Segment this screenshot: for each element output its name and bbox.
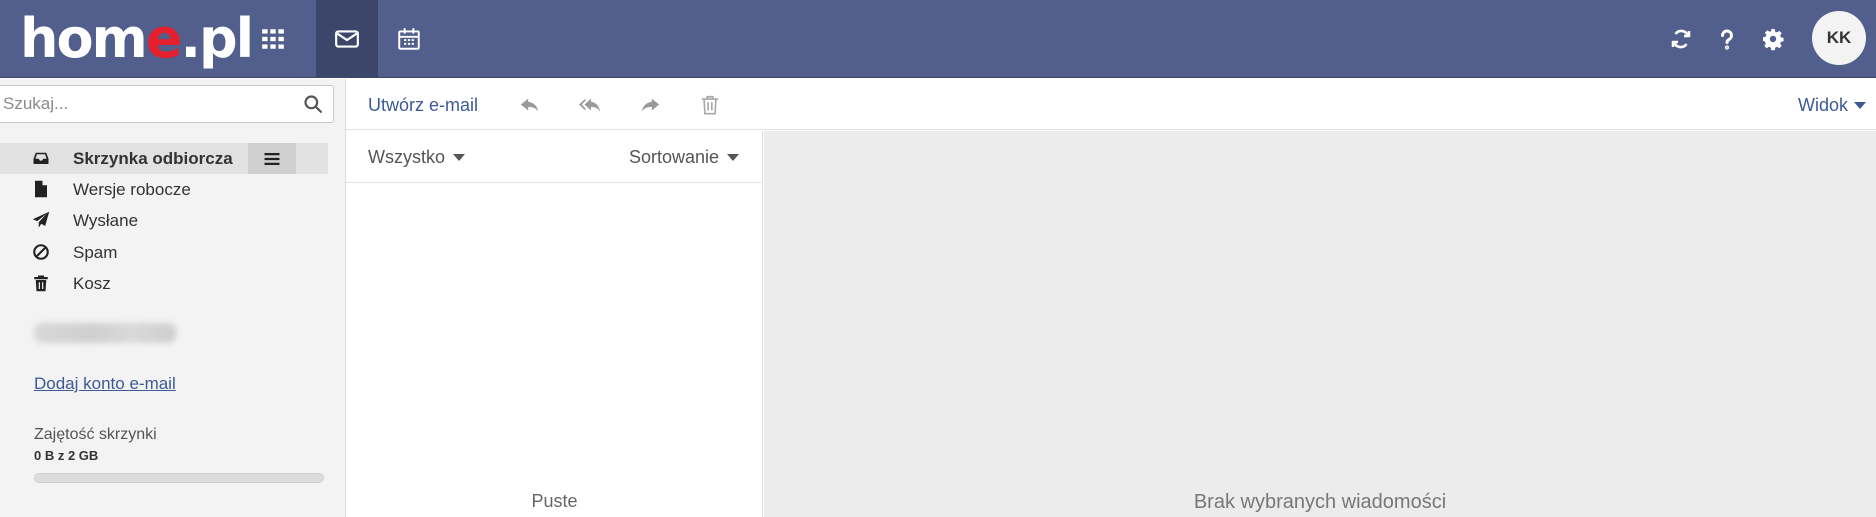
message-preview: Brak wybranych wiadomości (764, 131, 1876, 517)
view-dropdown[interactable]: Widok (1798, 95, 1866, 116)
folder-drafts[interactable]: Wersje robocze (0, 174, 346, 205)
inbox-icon (33, 152, 49, 164)
search-box (0, 85, 334, 123)
view-label: Widok (1797, 95, 1848, 115)
folder-menu-button[interactable] (248, 143, 296, 174)
ban-icon (33, 244, 49, 260)
mail-button[interactable] (316, 0, 378, 78)
calendar-button[interactable] (378, 0, 440, 78)
logo-accent: e (145, 6, 183, 70)
forward-icon (641, 98, 660, 112)
reply-icon (520, 98, 539, 112)
sidebar: Skrzynka odbiorcza Wersje robocze Wysłan… (0, 79, 346, 517)
quota-value: 0 B z 2 GB (34, 448, 99, 463)
filter-label: Wszystko (368, 147, 446, 167)
no-message-selected: Brak wybranych wiadomości (1193, 491, 1447, 513)
apps-icon (262, 29, 284, 49)
paper-plane-icon (32, 211, 50, 228)
caret-down-icon (1854, 102, 1866, 109)
folder-trash[interactable]: Kosz (0, 268, 346, 299)
message-list: Wszystko Sortowanie Puste (346, 131, 763, 517)
mail-toolbar: Utwórz e-mail Widok (346, 79, 1876, 130)
calendar-icon (398, 28, 420, 50)
folder-inbox[interactable]: Skrzynka odbiorcza (0, 143, 328, 174)
settings-button[interactable] (1756, 22, 1790, 56)
compose-button[interactable]: Utwórz e-mail (368, 95, 478, 116)
help-icon (1720, 29, 1733, 50)
sort-label: Sortowanie (628, 147, 719, 167)
folder-label: Wysłane (73, 211, 139, 230)
caret-down-icon (727, 154, 739, 161)
reply-all-icon (579, 98, 601, 112)
folder-label: Skrzynka odbiorcza (73, 149, 233, 168)
reply-button[interactable] (518, 93, 542, 117)
forward-button[interactable] (638, 93, 662, 117)
folder-label: Kosz (73, 274, 111, 293)
sort-dropdown[interactable]: Sortowanie (629, 147, 739, 168)
folder-label: Wersje robocze (73, 180, 191, 199)
apps-button[interactable] (242, 0, 304, 78)
delete-icon (701, 95, 719, 115)
delete-button[interactable] (698, 93, 722, 117)
hamburger-icon (264, 152, 280, 165)
empty-list-message: Puste (531, 491, 578, 511)
account-address-blurred (34, 323, 176, 343)
help-button[interactable] (1710, 22, 1744, 56)
caret-down-icon (453, 154, 466, 161)
settings-icon (1763, 29, 1784, 51)
file-icon (35, 180, 47, 198)
reply-all-button[interactable] (578, 93, 602, 117)
refresh-icon (1671, 29, 1691, 49)
message-list-header: Wszystko Sortowanie (346, 131, 763, 183)
logo-text: hom (20, 6, 148, 70)
search-input[interactable] (3, 86, 293, 122)
folder-sent[interactable]: Wysłane (0, 205, 346, 236)
quota-label: Zajętość skrzynki (34, 426, 157, 443)
folder-spam[interactable]: Spam (0, 237, 346, 268)
search-icon[interactable] (303, 94, 323, 114)
trash-icon (34, 275, 48, 292)
add-account-link[interactable]: Dodaj konto e-mail (34, 374, 176, 394)
folder-label: Spam (73, 243, 118, 262)
quota-bar (34, 473, 324, 483)
refresh-button[interactable] (1664, 22, 1698, 56)
filter-dropdown[interactable]: Wszystko (368, 147, 466, 168)
user-initials: KK (1826, 28, 1852, 47)
home-pl-logo[interactable]: hom e .pl (20, 6, 254, 70)
user-avatar[interactable]: KK (1812, 11, 1866, 65)
top-bar: hom e .pl KK (0, 0, 1876, 78)
mail-icon (335, 30, 359, 48)
